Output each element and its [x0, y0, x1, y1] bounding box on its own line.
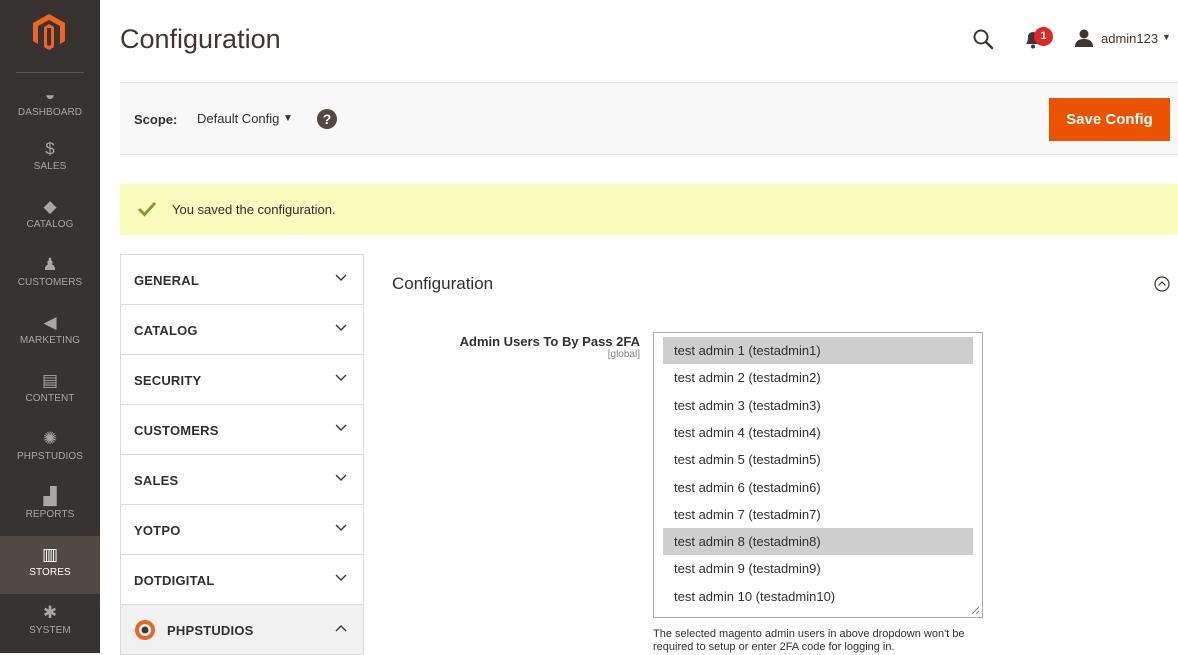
config-tab-label: GENERAL — [134, 273, 199, 288]
page-title: Configuration — [120, 24, 281, 54]
sidebar-item-label: MARKETING — [19, 335, 81, 346]
sidebar-item-dashboard[interactable]: ◒ DASHBOARD — [0, 76, 100, 134]
sidebar-item-label: STORES — [29, 567, 71, 578]
sidebar-item-label: CATALOG — [26, 219, 74, 230]
chevron-down-icon — [335, 274, 347, 281]
sidebar-item-sales[interactable]: $ SALES — [0, 130, 100, 188]
gear-icon: ✱ — [42, 603, 58, 622]
chevron-down-icon[interactable]: ▼ — [1162, 32, 1171, 42]
collapse-section-icon[interactable] — [1154, 276, 1170, 292]
sidebar-item-content[interactable]: ▤ CONTENT — [0, 362, 100, 420]
sidebar-item-label: REPORTS — [25, 509, 75, 520]
sidebar-item-reports[interactable]: ▟ REPORTS — [0, 478, 100, 536]
success-message-text: You saved the configuration. — [172, 202, 336, 217]
field-comment: The selected magento admin users in abov… — [653, 628, 965, 653]
sidebar-item-label: SYSTEM — [29, 625, 71, 636]
sidebar-item-system[interactable]: ✱ SYSTEM — [0, 594, 100, 652]
multiselect-option[interactable]: test admin 2 (testadmin2) — [663, 364, 973, 391]
search-icon[interactable] — [972, 28, 994, 50]
sidebar-item-catalog[interactable]: ◆ CATALOG — [0, 188, 100, 246]
sidebar-divider — [16, 72, 84, 73]
layout-icon: ▤ — [41, 371, 59, 390]
sidebar-item-label: CONTENT — [25, 393, 75, 404]
chevron-down-icon — [335, 474, 347, 481]
phpstudios-icon — [135, 620, 155, 640]
multiselect-option[interactable]: test admin 8 (testadmin8) — [663, 528, 973, 556]
save-config-button[interactable]: Save Config — [1049, 98, 1170, 141]
sidebar-item-label: CUSTOMERS — [17, 277, 83, 288]
config-tab-label: SECURITY — [134, 373, 202, 388]
config-tab-dotdigital[interactable]: DOTDIGITAL — [121, 555, 363, 605]
config-tab-sales[interactable]: SALES — [121, 455, 363, 505]
config-tab-yotpo[interactable]: YOTPO — [121, 505, 363, 555]
sidebar-item-label: DASHBOARD — [17, 107, 83, 118]
scope-switcher[interactable]: Default Config — [197, 111, 279, 126]
config-tab-customers[interactable]: CUSTOMERS — [121, 405, 363, 455]
multiselect-option[interactable]: test admin 4 (testadmin4) — [663, 419, 973, 446]
scope-bar: Scope: Default Config ▼ ? Save Config — [120, 82, 1178, 155]
magento-logo[interactable] — [33, 14, 65, 50]
sidebar-item-label: SALES — [33, 161, 67, 172]
field-scope-label: [global] — [607, 349, 640, 360]
multiselect-option[interactable]: test admin 5 (testadmin5) — [663, 446, 973, 473]
admin-username[interactable]: admin123 — [1101, 31, 1158, 46]
success-message: You saved the configuration. — [120, 184, 1178, 235]
box-icon: ◆ — [43, 197, 57, 216]
multiselect-option[interactable]: test admin 7 (testadmin7) — [663, 501, 973, 528]
store-icon: ▥ — [41, 545, 59, 564]
dashboard-icon: ◒ — [44, 85, 56, 104]
phpstudios-icon: ✺ — [42, 429, 58, 448]
config-tab-label: CUSTOMERS — [134, 423, 219, 438]
sidebar-item-marketing[interactable]: ◀ MARKETING — [0, 304, 100, 362]
sidebar-item-label: PHPSTUDIOS — [16, 451, 83, 462]
chevron-up-icon — [335, 625, 347, 632]
config-tab-general[interactable]: GENERAL — [121, 255, 363, 305]
config-tab-label: CATALOG — [134, 323, 198, 338]
config-tab-phpstudios[interactable]: PHPSTUDIOS — [121, 605, 363, 655]
chevron-down-icon — [335, 374, 347, 381]
sidebar-item-customers[interactable]: ♟ CUSTOMERS — [0, 246, 100, 304]
admin-sidebar: ◒ DASHBOARD $ SALES ◆ CATALOG ♟ CUSTOMERS ◀ MARKE… — [0, 0, 100, 653]
section-title[interactable]: Configuration — [392, 274, 493, 294]
sidebar-item-phpstudios[interactable]: ✺ PHPSTUDIOS — [0, 420, 100, 478]
chevron-down-icon — [335, 424, 347, 431]
help-icon[interactable]: ? — [317, 109, 337, 129]
config-tab-catalog[interactable]: CATALOG — [121, 305, 363, 355]
field-label: Admin Users To By Pass 2FA — [459, 334, 640, 349]
config-tabs: GENERAL CATALOG SECURITY CUSTOMERS SALES YOTP… — [120, 254, 364, 655]
config-tab-security[interactable]: SECURITY — [121, 355, 363, 405]
chevron-down-icon — [335, 324, 347, 331]
sidebar-item-stores[interactable]: ▥ STORES — [0, 536, 100, 594]
scope-label: Scope: — [134, 112, 178, 127]
resize-handle-icon[interactable] — [971, 606, 980, 615]
config-tab-label: DOTDIGITAL — [134, 573, 215, 588]
config-tab-label: PHPSTUDIOS — [167, 623, 254, 638]
multiselect-option[interactable]: test admin 9 (testadmin9) — [663, 555, 973, 582]
person-icon: ♟ — [42, 255, 58, 274]
megaphone-icon: ◀ — [43, 313, 57, 332]
bar-chart-icon: ▟ — [43, 487, 57, 506]
admin-users-multiselect[interactable]: test admin 1 (testadmin1) test admin 2 (t… — [653, 332, 983, 618]
chevron-down-icon — [335, 574, 347, 581]
multiselect-option[interactable]: test admin 1 (testadmin1) — [663, 337, 973, 364]
user-icon[interactable] — [1074, 28, 1094, 48]
chevron-down-icon[interactable]: ▼ — [283, 113, 293, 124]
multiselect-option[interactable]: test admin 3 (testadmin3) — [663, 392, 973, 419]
config-tab-label: SALES — [134, 473, 179, 488]
checkmark-icon — [138, 201, 156, 217]
multiselect-option[interactable]: test admin 10 (testadmin10) — [663, 583, 973, 610]
multiselect-option[interactable]: test admin 6 (testadmin6) — [663, 474, 973, 501]
notification-badge[interactable]: 1 — [1034, 27, 1053, 46]
config-tab-label: YOTPO — [134, 523, 181, 538]
dollar-icon: $ — [45, 139, 55, 158]
chevron-down-icon — [335, 524, 347, 531]
